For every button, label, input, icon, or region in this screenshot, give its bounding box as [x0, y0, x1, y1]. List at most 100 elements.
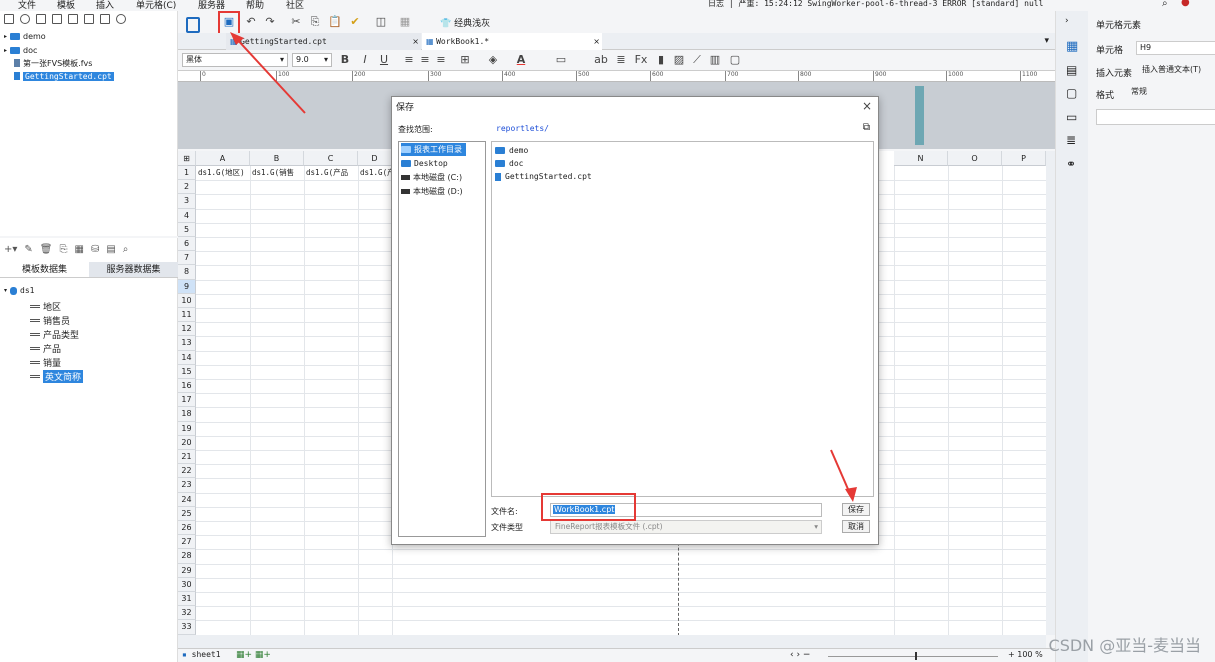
cell-c1[interactable]: ds1.G(产品 — [305, 166, 358, 180]
save-button[interactable]: 保存 — [842, 503, 870, 516]
field-item[interactable]: 产品 — [30, 342, 61, 355]
horizontal-scrollbar[interactable] — [178, 635, 1046, 648]
condition-icon[interactable]: ▭ — [1066, 110, 1077, 124]
menu-file[interactable]: 文件 — [18, 0, 36, 11]
new-template-icon[interactable] — [4, 14, 14, 24]
file-item-doc[interactable]: doc — [495, 157, 523, 170]
row-header[interactable]: 15 — [178, 364, 196, 379]
more-icon[interactable]: ▢ — [728, 53, 742, 67]
field-item[interactable]: 地区 — [30, 300, 61, 313]
tree-item-gettingstarted[interactable]: GettingStarted.cpt — [14, 70, 114, 82]
row-header[interactable]: 29 — [178, 563, 196, 578]
row-header[interactable]: 9 — [178, 279, 196, 294]
delete-dataset-icon[interactable]: 🗑 — [40, 244, 53, 255]
insert-subreport-icon[interactable]: ▥ — [708, 53, 722, 67]
row-header[interactable]: 4 — [178, 208, 196, 223]
zoom-thumb[interactable] — [915, 652, 917, 660]
align-center-icon[interactable]: ≡ — [418, 53, 432, 67]
row-header[interactable]: 16 — [178, 379, 196, 394]
row-header[interactable]: 8 — [178, 265, 196, 280]
menu-community[interactable]: 社区 — [286, 0, 304, 11]
server-dataset-icon[interactable]: ⛁ — [91, 244, 99, 255]
insert-richtext-icon[interactable]: ≣ — [614, 53, 628, 67]
menu-insert[interactable]: 插入 — [96, 0, 114, 11]
field-item[interactable]: 销售员 — [30, 314, 70, 327]
place-desktop[interactable]: Desktop — [401, 157, 452, 170]
row-header[interactable]: 2 — [178, 180, 196, 195]
row-header[interactable]: 32 — [178, 606, 196, 621]
fill-color-icon[interactable]: ◈ — [486, 53, 500, 67]
tab-server-datasets[interactable]: 服务器数据集 — [89, 262, 178, 278]
field-item[interactable]: 产品类型 — [30, 328, 79, 341]
sheet-tab[interactable]: ▪ sheet1 — [182, 650, 221, 659]
delete-icon[interactable] — [68, 14, 78, 24]
row-header[interactable]: 21 — [178, 450, 196, 465]
row-header[interactable]: 23 — [178, 478, 196, 493]
column-header[interactable]: B — [250, 151, 304, 166]
path-display[interactable]: reportlets/ — [496, 124, 549, 133]
row-header[interactable]: 27 — [178, 535, 196, 550]
designer-icon[interactable] — [186, 17, 200, 33]
log-status[interactable]: 日志 | 严重: 15:24:12 SwingWorker-pool-6-thr… — [708, 0, 1043, 9]
row-header[interactable]: 33 — [178, 620, 196, 635]
file-item-gettingstarted[interactable]: GettingStarted.cpt — [495, 170, 592, 183]
italic-icon[interactable]: I — [358, 53, 372, 67]
zoom-slider[interactable] — [828, 656, 998, 657]
insert-chart-icon[interactable]: ▮ — [654, 53, 668, 67]
list-icon[interactable]: ≣ — [1066, 133, 1076, 147]
tab-template-datasets[interactable]: 模板数据集 — [0, 262, 89, 278]
row-header[interactable]: 20 — [178, 435, 196, 450]
params-icon[interactable]: ▤ — [106, 244, 115, 255]
file-item-demo[interactable]: demo — [495, 144, 528, 157]
copy-icon[interactable] — [84, 14, 94, 24]
insert-text-icon[interactable]: ab — [594, 53, 608, 67]
locate-icon[interactable] — [116, 14, 126, 24]
refresh-icon[interactable] — [20, 14, 30, 24]
row-header[interactable]: 17 — [178, 393, 196, 408]
copy-icon[interactable]: ⎘ — [308, 15, 322, 29]
edit-icon[interactable] — [52, 14, 62, 24]
column-header[interactable]: O — [948, 151, 1002, 166]
search-icon[interactable]: ⌕ — [1162, 0, 1168, 9]
copy-dataset-icon[interactable]: ⎘ — [60, 244, 68, 255]
row-header[interactable]: 14 — [178, 350, 196, 365]
collapse-icon[interactable]: › — [1065, 16, 1069, 26]
freeze-icon[interactable]: ◫ — [374, 15, 388, 29]
menu-server[interactable]: 服务器 — [198, 0, 225, 11]
cancel-button[interactable]: 取消 — [842, 520, 870, 533]
vertical-scrollbar[interactable] — [1046, 151, 1055, 635]
row-header[interactable]: 18 — [178, 407, 196, 422]
font-size-select[interactable]: 9.0 ▾ — [292, 53, 332, 67]
row-header[interactable]: 5 — [178, 222, 196, 237]
row-header[interactable]: 12 — [178, 322, 196, 337]
menu-cell[interactable]: 单元格(C) — [136, 0, 176, 11]
link-icon[interactable]: ⚭ — [1066, 157, 1076, 171]
column-header[interactable]: N — [894, 151, 948, 166]
insert-formula-icon[interactable]: Fx — [634, 53, 648, 67]
dataset-node[interactable]: ▾ ds1 — [4, 286, 34, 295]
field-item[interactable]: 销量 — [30, 356, 61, 369]
cut-icon[interactable]: ✂ — [289, 15, 303, 29]
format-detail-field[interactable] — [1096, 109, 1215, 125]
row-header[interactable]: 26 — [178, 521, 196, 536]
search-dataset-icon[interactable]: ⌕ — [123, 244, 129, 255]
new-folder-icon[interactable]: ⧉ — [863, 122, 870, 133]
align-left-icon[interactable]: ≡ — [402, 53, 416, 67]
select-all-corner[interactable]: ⊞ — [178, 151, 196, 166]
row-header[interactable]: 30 — [178, 577, 196, 592]
row-header[interactable]: 25 — [178, 506, 196, 521]
column-header[interactable]: D — [358, 151, 392, 166]
place-report-dir[interactable]: 报表工作目录 — [401, 143, 466, 156]
menu-template[interactable]: 模板 — [57, 0, 75, 11]
tree-item-doc[interactable]: ▸ doc — [4, 44, 37, 56]
place-disk-c[interactable]: 本地磁盘 (C:) — [401, 171, 466, 184]
notification-icon[interactable]: ● — [1181, 0, 1190, 8]
zoom-level[interactable]: + 100 % — [1008, 650, 1043, 659]
cell-name-field[interactable]: H9 — [1136, 41, 1215, 55]
column-header[interactable]: A — [196, 151, 250, 166]
cell-b1[interactable]: ds1.G(销售 — [251, 166, 304, 180]
menu-help[interactable]: 帮助 — [246, 0, 264, 11]
paste-icon[interactable]: 📋 — [328, 15, 342, 29]
row-header[interactable]: 19 — [178, 421, 196, 436]
column-header[interactable]: C — [304, 151, 358, 166]
